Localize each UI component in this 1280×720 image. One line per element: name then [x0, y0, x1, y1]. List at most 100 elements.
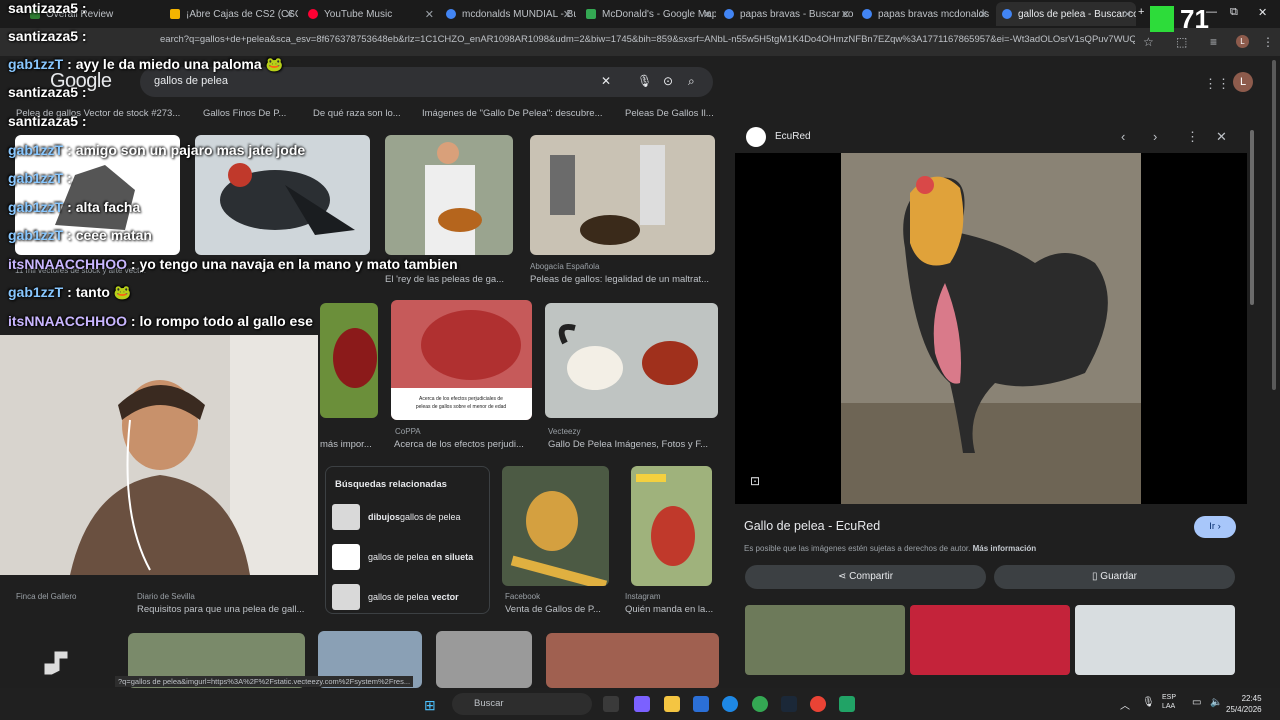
tab-mcdonalds-maps[interactable]: McDonald's - Google Maps ✕ — [586, 2, 716, 26]
bookmark-star-icon[interactable]: ☆ — [1143, 35, 1154, 49]
account-avatar[interactable]: L — [1233, 72, 1253, 92]
chat-message: gab1zzT : amigo son un pajaro mas jate j… — [8, 142, 306, 158]
language-indicator[interactable]: ESP LAA — [1162, 693, 1176, 711]
chat-message: gab1zzT : tanto 🐸 — [8, 284, 132, 300]
result-image[interactable] — [502, 466, 609, 586]
preview-image[interactable] — [735, 153, 1247, 504]
result-image[interactable] — [436, 631, 532, 688]
instagram-rooster-image — [636, 474, 695, 566]
webcam-overlay — [0, 335, 318, 575]
clear-search-icon[interactable]: ✕ — [601, 74, 611, 88]
tab-mcdonalds-mundial[interactable]: mcdonalds MUNDIAL - Buscar✕ — [446, 2, 576, 26]
chrome-icon[interactable] — [752, 696, 768, 712]
result-image[interactable] — [320, 303, 378, 418]
result-source: Vecteezy — [548, 427, 581, 436]
search-input[interactable]: gallos de pelea — [154, 75, 228, 87]
close-tab-icon[interactable]: ✕ — [285, 8, 294, 21]
copilot-icon[interactable] — [634, 696, 650, 712]
result-image[interactable] — [545, 303, 718, 418]
close-tab-icon[interactable]: ✕ — [979, 8, 988, 21]
result-caption[interactable]: Requisitos para que una pelea de gall... — [137, 604, 312, 615]
tab-search-icon[interactable]: ≡ — [1210, 35, 1217, 49]
chip-item[interactable]: Gallos Finos De P... — [203, 108, 286, 119]
steam-icon[interactable] — [781, 696, 797, 712]
youtube-music-icon — [308, 9, 318, 19]
tray-expand-icon[interactable]: ︿ — [1120, 697, 1130, 712]
close-tab-icon[interactable]: ✕ — [1123, 8, 1132, 21]
volume-icon[interactable]: 🔈 — [1210, 697, 1222, 708]
microphone-icon[interactable]: 🎙 — [637, 74, 652, 88]
result-caption[interactable]: Quién manda en la... — [625, 604, 715, 615]
google-icon — [724, 9, 734, 19]
task-view-icon[interactable] — [603, 696, 619, 712]
preview-title[interactable]: Gallo de pelea - EcuRed — [744, 519, 880, 533]
related-search-item[interactable]: dibujos gallos de pelea — [332, 503, 482, 531]
browser-menu-icon[interactable]: ⋮ — [1262, 35, 1274, 49]
close-tab-icon[interactable]: ✕ — [425, 8, 434, 21]
more-info-link[interactable]: Más información — [973, 544, 1037, 553]
windows-start-icon[interactable]: ⊞ — [424, 697, 436, 714]
close-tab-icon[interactable]: ✕ — [841, 8, 850, 21]
close-tab-icon[interactable]: ✕ — [703, 8, 712, 21]
result-caption[interactable]: Peleas de gallos: legalidad de un maltra… — [530, 274, 715, 285]
tab-papas-bravas[interactable]: papas bravas - Buscar con Google✕ — [724, 2, 854, 26]
related-image[interactable] — [910, 605, 1070, 675]
close-window-icon[interactable]: ✕ — [1258, 6, 1267, 19]
lens-icon[interactable]: ⊙ — [663, 74, 673, 88]
chat-message: gab1zzT : alta facha — [8, 199, 141, 215]
clock[interactable]: 22:45 25/4/2026 — [1226, 693, 1262, 715]
related-search-item[interactable]: gallos de pelea en silueta — [332, 543, 482, 571]
taskbar-search[interactable]: Buscar — [452, 693, 592, 715]
new-tab-icon[interactable]: + — [1138, 6, 1144, 18]
excel-icon[interactable] — [839, 696, 855, 712]
kick-logo — [1150, 6, 1174, 32]
tab-gallos-de-pelea[interactable]: gallos de pelea - Buscar con Google✕ — [996, 2, 1136, 26]
app-icon[interactable] — [810, 696, 826, 712]
file-explorer-icon[interactable] — [664, 696, 680, 712]
related-image[interactable] — [1075, 605, 1235, 675]
extensions-icon[interactable]: ⬚ — [1176, 35, 1187, 49]
microphone-tray-icon[interactable]: 🎙 — [1142, 697, 1155, 708]
preview-source[interactable]: EcuRed — [775, 131, 811, 142]
tab-cs2[interactable]: ¡Abre Cajas de CS2 (CSGO)✕ — [170, 2, 298, 26]
lens-search-icon[interactable]: ⊡ — [750, 474, 760, 488]
search-icon[interactable]: ⌕ — [688, 74, 695, 89]
visit-button[interactable]: Ir › — [1194, 516, 1236, 538]
result-image[interactable] — [530, 135, 715, 255]
tab-youtube-music[interactable]: YouTube Music ✕ — [308, 2, 438, 26]
url-text[interactable]: earch?q=gallos+de+pelea&sca_esv=8f676378… — [160, 34, 1135, 45]
maximize-icon[interactable]: ⧉ — [1230, 6, 1238, 19]
result-image[interactable] — [385, 135, 513, 255]
result-caption[interactable]: Venta de Gallos de P... — [505, 604, 610, 615]
chip-item[interactable]: Imágenes de "Gallo De Pelea": descubre..… — [422, 108, 603, 119]
tab-papas-bravas-mcdonalds[interactable]: papas bravas mcdonalds ✕ — [862, 2, 992, 26]
result-image[interactable] — [546, 633, 719, 688]
save-button[interactable]: ▯ Guardar — [994, 565, 1235, 589]
store-icon[interactable] — [693, 696, 709, 712]
result-source: Diario de Sevilla — [137, 592, 195, 601]
more-options-icon[interactable]: ⋮ — [1186, 129, 1199, 145]
profile-avatar[interactable]: L — [1236, 35, 1249, 48]
related-search-item[interactable]: gallos de pelea vector — [332, 583, 482, 611]
next-icon[interactable]: › — [1153, 129, 1157, 144]
google-icon — [446, 9, 456, 19]
result-caption[interactable]: El 'rey de las peleas de ga... — [385, 274, 515, 285]
panel-scrollbar[interactable] — [1250, 130, 1254, 305]
network-icon[interactable]: ▭ — [1192, 697, 1201, 708]
result-caption[interactable]: Acerca de los efectos perjudi... — [394, 439, 534, 450]
close-tab-icon[interactable]: ✕ — [563, 8, 572, 21]
related-image[interactable] — [745, 605, 905, 675]
edge-icon[interactable] — [722, 696, 738, 712]
result-image[interactable]: Acerca de los efectos perjudiciales de pe… — [391, 300, 532, 420]
result-caption[interactable]: más impor... — [320, 439, 380, 450]
share-button[interactable]: ⋖ Compartir — [745, 565, 986, 589]
chip-item[interactable]: De qué raza son lo... — [313, 108, 401, 119]
chip-item[interactable]: Peleas De Gallos Il... — [625, 108, 714, 119]
close-preview-icon[interactable]: ✕ — [1216, 129, 1227, 145]
chat-message: santizaza5 : — [8, 0, 87, 16]
result-caption[interactable]: Gallo De Pelea Imágenes, Fotos y F... — [548, 439, 718, 450]
page-scrollbar[interactable] — [1272, 60, 1276, 390]
viewer-count: 71 — [1180, 4, 1209, 34]
result-image[interactable] — [631, 466, 712, 586]
previous-icon[interactable]: ‹ — [1121, 129, 1125, 144]
